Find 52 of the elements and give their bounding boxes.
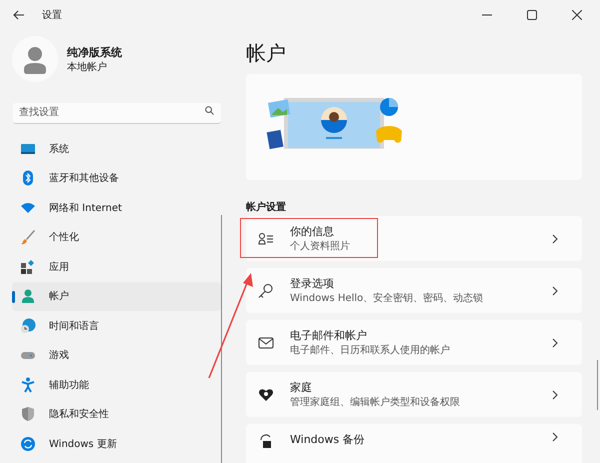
row-title: 你的信息 xyxy=(290,224,335,239)
maximize-icon[interactable] xyxy=(527,10,537,20)
search-icon xyxy=(205,106,214,115)
nav-item[interactable]: 时间和语言 xyxy=(12,311,221,340)
section-title: 帐户设置 xyxy=(246,200,287,215)
window-title: 设置 xyxy=(42,8,62,22)
row-title: 登录选项 xyxy=(290,276,335,291)
nav-item[interactable]: 辅助功能 xyxy=(12,370,221,400)
clock-icon xyxy=(20,318,36,334)
chevron-icon xyxy=(552,286,558,296)
nav-item[interactable]: 帐户 xyxy=(12,282,221,311)
nav-item[interactable]: 隐私和安全性 xyxy=(12,400,221,429)
nav-item[interactable]: 游戏 xyxy=(12,340,221,370)
nav-item[interactable]: 应用 xyxy=(12,252,221,282)
close-icon[interactable] xyxy=(572,10,582,20)
apps-icon xyxy=(20,258,36,275)
nav-item[interactable]: Windows 更新 xyxy=(12,429,221,458)
update-icon xyxy=(20,436,36,452)
back-icon[interactable] xyxy=(13,10,25,20)
accessibility-icon xyxy=(20,376,36,393)
chevron-icon xyxy=(552,432,558,442)
row-description: 电子邮件、日历和联系人使用的帐户 xyxy=(290,344,451,357)
heart-icon xyxy=(258,386,274,402)
nav-item[interactable]: 蓝牙和其他设备 xyxy=(12,164,221,193)
chevron-icon xyxy=(552,338,558,348)
bluetooth-icon xyxy=(20,170,36,186)
person-list-icon xyxy=(258,230,274,246)
chevron-icon xyxy=(552,390,558,400)
row-title: 电子邮件和帐户 xyxy=(290,328,368,343)
nav-item[interactable]: 个性化 xyxy=(12,222,221,252)
nav-item[interactable]: 系统 xyxy=(12,134,221,164)
row-title: Windows 备份 xyxy=(290,432,366,447)
row-description: 个人资料照片 xyxy=(290,240,351,253)
user-name: 纯净版系统 xyxy=(67,44,122,60)
mail-icon xyxy=(258,334,274,350)
settings-row[interactable]: Windows 备份 xyxy=(246,424,582,463)
nav-item[interactable]: 网络和 Internet xyxy=(12,193,221,222)
row-description: 管理家庭组、编辑帐户类型和设备权限 xyxy=(290,396,461,409)
search-field[interactable]: 查找设置 xyxy=(13,102,221,124)
shield-icon xyxy=(20,406,36,422)
settings-row[interactable]: 电子邮件和帐户 电子邮件、日历和联系人使用的帐户 xyxy=(246,320,582,365)
row-title: 家庭 xyxy=(290,380,313,395)
settings-row[interactable]: 家庭 管理家庭组、编辑帐户类型和设备权限 xyxy=(246,372,582,417)
page-title: 帐户 xyxy=(246,40,287,67)
settings-row[interactable]: 登录选项 Windows Hello、安全密钥、密码、动态锁 xyxy=(246,268,582,313)
row-description: Windows Hello、安全密钥、密码、动态锁 xyxy=(290,292,484,305)
key-icon xyxy=(258,282,274,298)
avatar-icon xyxy=(12,36,58,82)
chevron-icon xyxy=(552,234,558,244)
account-type: 本地帐户 xyxy=(67,60,108,74)
brush-icon xyxy=(20,229,36,246)
person-icon xyxy=(20,288,36,304)
